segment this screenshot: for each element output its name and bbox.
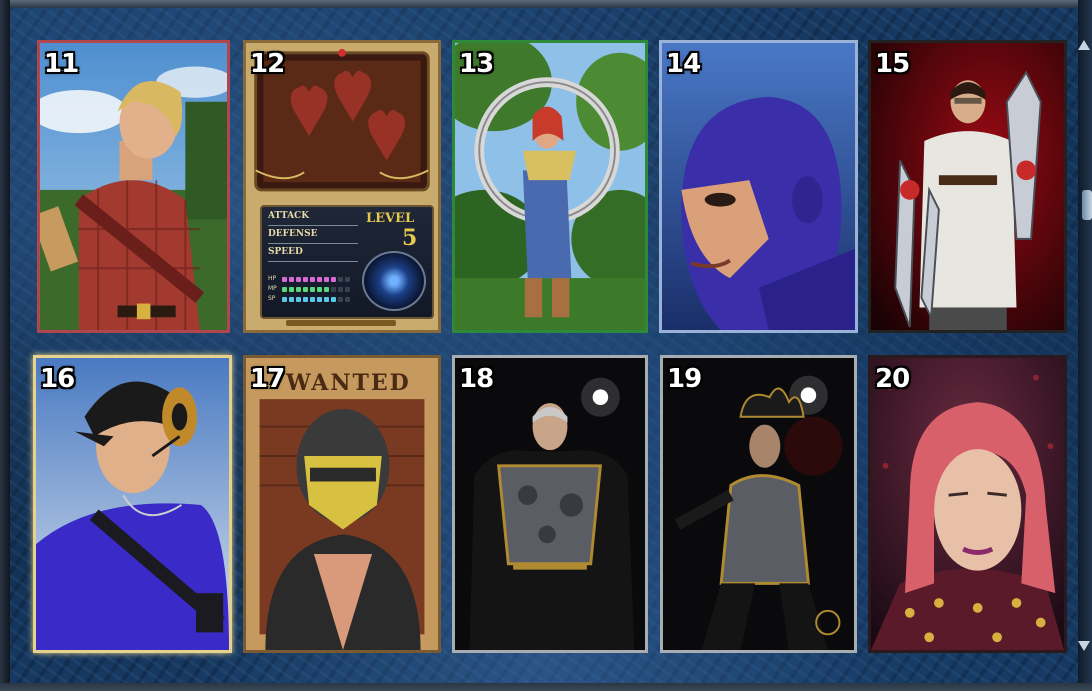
- character-card-11[interactable]: 11: [37, 40, 230, 333]
- stat-pip: [289, 277, 294, 282]
- scrollbar[interactable]: [1078, 0, 1092, 691]
- speed-label: SPEED: [268, 247, 303, 257]
- plumed-knight-portrait: [663, 358, 854, 650]
- stat-pip: [317, 297, 322, 302]
- stat-pip: [282, 287, 287, 292]
- card-number: 20: [875, 364, 910, 394]
- attack-bar: [268, 225, 358, 226]
- stat-pip: [310, 277, 315, 282]
- stat-pip: [324, 297, 329, 302]
- hp-label: HP: [268, 275, 277, 282]
- stat-pip: [317, 277, 322, 282]
- card-number: 12: [250, 49, 285, 79]
- character-card-12[interactable]: ATTACK DEFENSE SPEED LEVEL 5 HP MP SP 12: [243, 40, 441, 333]
- scroll-up-arrow-icon[interactable]: [1078, 40, 1090, 50]
- stat-pip: [310, 287, 315, 292]
- scroll-thumb[interactable]: [1082, 190, 1092, 220]
- stat-pip: [303, 297, 308, 302]
- level-label: LEVEL: [366, 211, 415, 226]
- stat-pip: [345, 287, 350, 292]
- red-haired-noble-portrait: [871, 358, 1064, 650]
- stat-pip: [303, 287, 308, 292]
- stat-pip: [338, 297, 343, 302]
- stat-pip: [310, 297, 315, 302]
- stat-pip: [331, 287, 336, 292]
- stat-pip: [331, 297, 336, 302]
- character-card-15[interactable]: 15: [868, 40, 1067, 333]
- character-card-19[interactable]: 19: [660, 355, 857, 653]
- stat-pip: [338, 287, 343, 292]
- frame-top: [0, 0, 1092, 8]
- defense-bar: [268, 243, 358, 244]
- stat-pip: [345, 297, 350, 302]
- stat-pip: [303, 277, 308, 282]
- stat-pip: [331, 277, 336, 282]
- character-card-17[interactable]: WANTED 17: [243, 355, 441, 653]
- card-number: 16: [40, 364, 75, 394]
- stat-pip: [296, 287, 301, 292]
- frame-bottom: [0, 683, 1092, 691]
- defense-label: DEFENSE: [268, 229, 318, 239]
- masked-wrestler-portrait: [662, 43, 855, 330]
- card-number: 15: [875, 49, 910, 79]
- character-card-14[interactable]: 14: [659, 40, 858, 333]
- character-card-18[interactable]: 18: [452, 355, 648, 653]
- scroll-down-arrow-icon[interactable]: [1078, 641, 1090, 651]
- mp-label: MP: [268, 285, 277, 292]
- wanted-poster-portrait: [246, 358, 438, 650]
- character-card-16[interactable]: 16: [33, 355, 232, 653]
- lumberjack-portrait: [40, 43, 227, 330]
- armored-knight-portrait: [455, 358, 645, 650]
- stat-pip: [289, 297, 294, 302]
- character-card-20[interactable]: 20: [868, 355, 1067, 653]
- stat-pip: [338, 277, 343, 282]
- level-value: 5: [402, 225, 418, 251]
- stat-pip: [296, 297, 301, 302]
- stat-pip: [317, 287, 322, 292]
- stat-pip: [282, 277, 287, 282]
- card-number: 18: [459, 364, 494, 394]
- card-number: 19: [667, 364, 702, 394]
- card-number: 14: [666, 49, 701, 79]
- frame-left: [0, 0, 10, 691]
- card-footer-plate: [286, 320, 396, 326]
- scholar-with-blades-portrait: [871, 43, 1064, 330]
- stat-pip: [324, 277, 329, 282]
- farmer-girl-portrait: [455, 43, 645, 330]
- wanted-title: WANTED: [286, 370, 411, 396]
- speed-bar: [268, 261, 358, 262]
- card-number: 11: [44, 49, 79, 79]
- crystal-orb-icon: [362, 251, 426, 311]
- courier-portrait: [36, 358, 229, 650]
- card-number: 17: [250, 364, 285, 394]
- attack-label: ATTACK: [268, 211, 310, 221]
- stat-pip: [289, 287, 294, 292]
- stat-pip: [324, 287, 329, 292]
- stat-pip: [296, 277, 301, 282]
- card-number: 13: [459, 49, 494, 79]
- stat-pip: [345, 277, 350, 282]
- sp-label: SP: [268, 295, 276, 302]
- stat-pip: [282, 297, 287, 302]
- character-card-13[interactable]: 13: [452, 40, 648, 333]
- stats-panel: ATTACK DEFENSE SPEED LEVEL 5 HP MP SP: [260, 205, 434, 319]
